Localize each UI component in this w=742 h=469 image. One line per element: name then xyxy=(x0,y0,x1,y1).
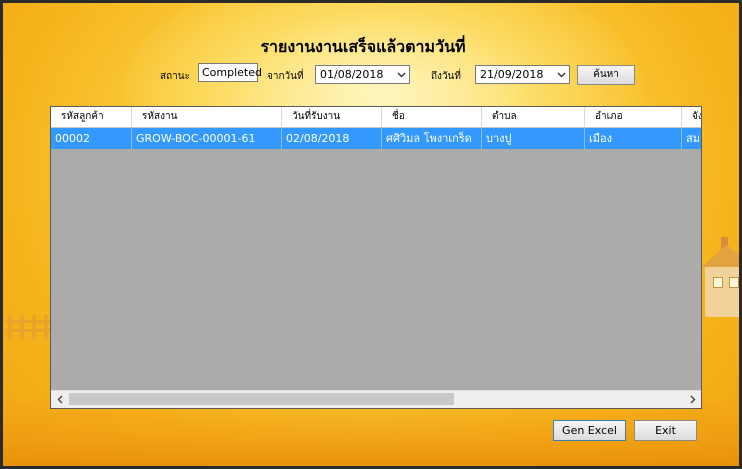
search-button[interactable]: ค้นหา xyxy=(577,65,635,85)
table-row[interactable]: 00002 GROW-BOC-00001-61 02/08/2018 ศศิวิ… xyxy=(51,128,701,149)
background-house xyxy=(701,235,739,317)
table-cell[interactable]: บางปู xyxy=(482,128,585,149)
report-window: รายงานงานเสร็จแล้วตามวันที่ สถานะ Comple… xyxy=(0,0,742,469)
to-date-picker[interactable]: 21/09/2018 xyxy=(475,65,570,84)
column-header[interactable]: จัง xyxy=(682,107,701,127)
table-cell[interactable]: เมือง xyxy=(585,128,682,149)
from-date-value: 01/08/2018 xyxy=(320,68,384,81)
table-cell[interactable]: 00002 xyxy=(51,128,132,149)
background-fence xyxy=(6,315,51,339)
status-field[interactable]: Completed xyxy=(198,63,262,82)
column-header[interactable]: ตำบล xyxy=(482,107,585,127)
chevron-down-icon[interactable] xyxy=(556,66,566,83)
scrollbar-thumb[interactable] xyxy=(69,393,454,405)
page-title: รายงานงานเสร็จแล้วตามวันที่ xyxy=(260,37,466,56)
grid-header: รหัสลูกค้า รหัสงาน วันที่รับงาน ชื่อ ตำบ… xyxy=(51,107,701,128)
table-cell[interactable]: ศศิวิมล โพงาเกร็ด xyxy=(382,128,482,149)
column-header[interactable]: รหัสลูกค้า xyxy=(51,107,132,127)
chevron-down-icon[interactable] xyxy=(396,66,406,83)
exit-button[interactable]: Exit xyxy=(634,420,697,441)
table-cell[interactable]: 02/08/2018 xyxy=(282,128,382,149)
column-header[interactable]: รหัสงาน xyxy=(132,107,282,127)
chevron-left-icon[interactable] xyxy=(51,391,68,408)
table-cell[interactable]: สม xyxy=(682,128,701,149)
from-date-picker[interactable]: 01/08/2018 xyxy=(315,65,410,84)
column-header[interactable]: วันที่รับงาน xyxy=(282,107,382,127)
column-header[interactable]: ชื่อ xyxy=(382,107,482,127)
horizontal-scrollbar[interactable] xyxy=(51,390,701,408)
gen-excel-button[interactable]: Gen Excel xyxy=(553,420,626,441)
status-label: สถานะ xyxy=(160,71,190,82)
table-cell[interactable]: GROW-BOC-00001-61 xyxy=(132,128,282,149)
column-header[interactable]: อำเภอ xyxy=(585,107,682,127)
from-date-label: จากวันที่ xyxy=(267,71,304,82)
results-grid[interactable]: รหัสลูกค้า รหัสงาน วันที่รับงาน ชื่อ ตำบ… xyxy=(50,106,702,409)
chevron-right-icon[interactable] xyxy=(684,391,701,408)
to-date-value: 21/09/2018 xyxy=(480,68,544,81)
to-date-label: ถึงวันที่ xyxy=(431,71,461,82)
